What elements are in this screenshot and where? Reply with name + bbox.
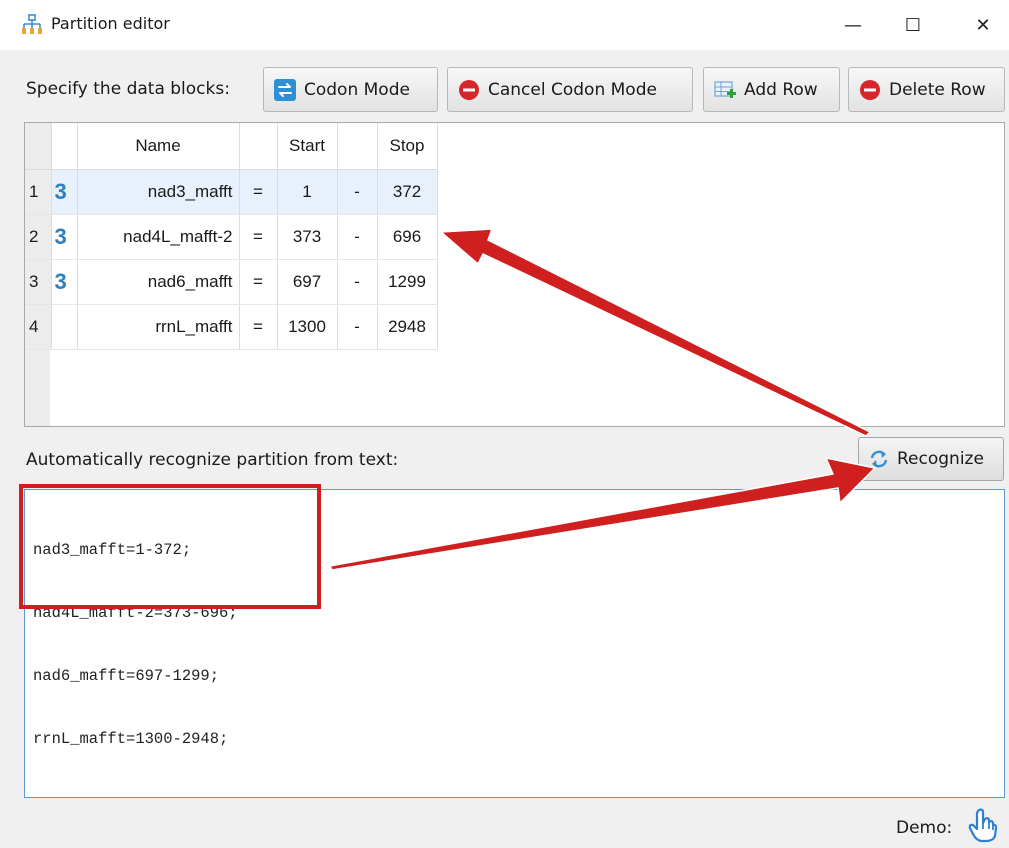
start-cell[interactable]: 697 [277,259,338,305]
eq-cell: = [239,304,278,350]
recognize-label: Automatically recognize partition from t… [26,450,399,470]
table-row[interactable]: 4 rrnL_mafft = 1300 - 2948 [25,304,438,350]
delete-row-label: Delete Row [889,79,986,100]
minimize-button[interactable]: — [825,0,881,50]
name-cell[interactable]: nad6_mafft [77,259,240,305]
cancel-codon-mode-label: Cancel Codon Mode [488,79,657,100]
swap-arrows-icon [274,78,296,101]
data-blocks-label: Specify the data blocks: [26,79,230,99]
eq-cell: = [239,259,278,305]
stop-cell[interactable]: 1299 [377,259,438,305]
codon-badge: 3 [51,214,78,260]
start-cell[interactable]: 1300 [277,304,338,350]
dash-cell: - [337,169,378,215]
codon-badge: 3 [51,169,78,215]
text-line: nad6_mafft=697-1299; [33,667,220,685]
add-row-icon [714,80,736,98]
codon-badge: 3 [51,259,78,305]
codon-mode-label: Codon Mode [304,79,410,100]
dash-header [337,123,378,170]
name-cell[interactable]: rrnL_mafft [77,304,240,350]
table-row[interactable]: 1 3 nad3_mafft = 1 - 372 [25,169,438,215]
title-bar: Partition editor — ☐ ✕ [0,0,1009,50]
start-cell[interactable]: 1 [277,169,338,215]
codon-header [51,123,78,170]
maximize-button[interactable]: ☐ [885,0,941,50]
add-row-button[interactable]: Add Row [703,67,840,112]
table-row[interactable]: 3 3 nad6_mafft = 697 - 1299 [25,259,438,305]
name-header[interactable]: Name [77,123,240,170]
add-row-label: Add Row [744,79,818,100]
delete-row-button[interactable]: Delete Row [848,67,1005,112]
row-number: 4 [25,304,52,350]
partition-table-panel: Name Start Stop 1 3 nad3_mafft = 1 - 372… [24,122,1005,427]
stop-cell[interactable]: 2948 [377,304,438,350]
demo-label: Demo: [896,818,953,838]
row-number: 2 [25,214,52,260]
corner-header [25,123,52,170]
dash-cell: - [337,259,378,305]
codon-badge [51,304,78,350]
hand-pointer-icon[interactable] [966,807,1000,843]
row-number: 3 [25,259,52,305]
start-cell[interactable]: 373 [277,214,338,260]
recognize-button[interactable]: Recognize [858,437,1004,481]
stop-cell[interactable]: 696 [377,214,438,260]
codon-mode-button[interactable]: Codon Mode [263,67,438,112]
window-title: Partition editor [51,14,170,33]
eq-header [239,123,278,170]
partition-table: Name Start Stop 1 3 nad3_mafft = 1 - 372… [25,123,438,350]
dash-cell: - [337,214,378,260]
stop-header[interactable]: Stop [377,123,438,170]
eq-cell: = [239,214,278,260]
tree-partition-icon [22,14,42,34]
name-cell[interactable]: nad3_mafft [77,169,240,215]
table-row[interactable]: 2 3 nad4L_mafft-2 = 373 - 696 [25,214,438,260]
text-line: rrnL_mafft=1300-2948; [33,730,229,748]
eq-cell: = [239,169,278,215]
start-header[interactable]: Start [277,123,338,170]
recognize-button-label: Recognize [897,449,984,469]
name-cell[interactable]: nad4L_mafft-2 [77,214,240,260]
row-number: 1 [25,169,52,215]
refresh-icon [870,450,888,468]
minus-circle-icon [459,79,479,100]
cancel-codon-mode-button[interactable]: Cancel Codon Mode [447,67,693,112]
minus-circle-icon [860,79,880,100]
dash-cell: - [337,304,378,350]
close-button[interactable]: ✕ [955,0,1009,50]
stop-cell[interactable]: 372 [377,169,438,215]
annotation-highlight-box [19,484,321,609]
